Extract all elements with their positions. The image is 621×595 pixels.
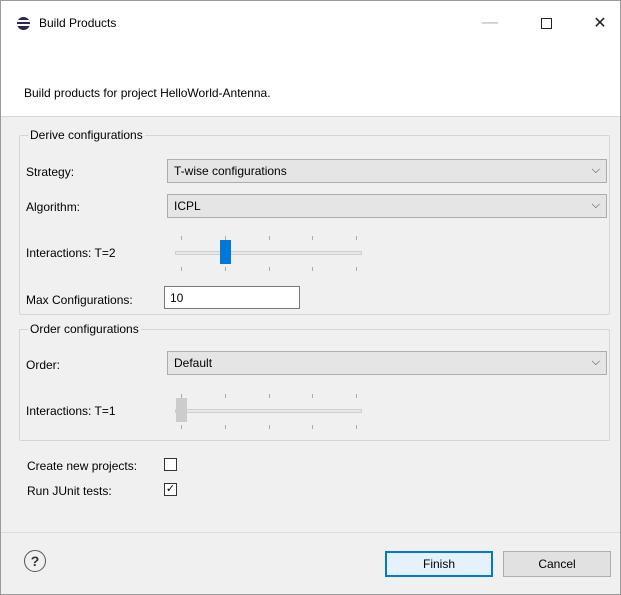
- maximize-button[interactable]: [523, 1, 569, 45]
- slider-tick: [181, 236, 182, 240]
- group-legend-derive: Derive configurations: [28, 128, 145, 142]
- slider-tick: [356, 394, 357, 398]
- cancel-button[interactable]: Cancel: [503, 551, 611, 577]
- run-junit-checkbox[interactable]: ✓: [164, 483, 177, 496]
- order-value: Default: [174, 356, 213, 370]
- finish-button[interactable]: Finish: [385, 551, 493, 577]
- interactions-label-derive: Interactions: T=2: [26, 246, 116, 260]
- build-products-dialog: Build Products — ✕ Build products for pr…: [0, 0, 621, 595]
- max-configurations-label: Max Configurations:: [26, 293, 133, 307]
- order-configurations-group: Order configurations Order: Default ⌵ In…: [19, 322, 610, 441]
- algorithm-combo[interactable]: ICPL ⌵: [167, 194, 607, 218]
- slider-tick: [312, 267, 313, 271]
- minimize-icon: —: [482, 14, 498, 31]
- close-button[interactable]: ✕: [577, 1, 621, 45]
- run-junit-label: Run JUnit tests:: [27, 484, 112, 498]
- slider-tick: [225, 267, 226, 271]
- slider-tick: [312, 394, 313, 398]
- interactions-slider-order[interactable]: [175, 392, 365, 432]
- chevron-down-icon: ⌵: [591, 164, 600, 176]
- help-icon[interactable]: ?: [24, 550, 46, 572]
- slider-tick: [269, 267, 270, 271]
- eclipse-icon: [17, 17, 30, 30]
- slider-tick: [356, 425, 357, 429]
- derive-configurations-group: Derive configurations Strategy: T-wise c…: [19, 128, 610, 315]
- slider-tick: [225, 425, 226, 429]
- slider-thumb[interactable]: [220, 240, 231, 264]
- slider-tick: [269, 236, 270, 240]
- create-projects-checkbox[interactable]: [164, 458, 177, 471]
- slider-tick: [269, 394, 270, 398]
- slider-tick: [356, 267, 357, 271]
- close-icon: ✕: [593, 15, 607, 32]
- chevron-down-icon: ⌵: [591, 199, 600, 211]
- strategy-value: T-wise configurations: [174, 164, 287, 178]
- interactions-slider-derive[interactable]: [175, 234, 365, 274]
- window-title: Build Products: [39, 16, 117, 30]
- order-combo[interactable]: Default ⌵: [167, 351, 607, 375]
- maximize-icon: [540, 17, 552, 29]
- header-description: Build products for project HelloWorld-An…: [24, 86, 271, 100]
- slider-tick: [225, 394, 226, 398]
- slider-track: [175, 251, 362, 255]
- chevron-down-icon: ⌵: [591, 356, 600, 368]
- algorithm-label: Algorithm:: [26, 200, 81, 214]
- slider-tick: [269, 425, 270, 429]
- dialog-footer: ? Finish Cancel: [1, 532, 620, 594]
- slider-tick: [181, 267, 182, 271]
- slider-tick: [312, 425, 313, 429]
- minimize-button[interactable]: —: [467, 1, 513, 45]
- dialog-header: Build products for project HelloWorld-An…: [1, 45, 620, 117]
- slider-tick: [181, 425, 182, 429]
- max-configurations-input[interactable]: [164, 286, 300, 309]
- slider-tick: [225, 236, 226, 240]
- title-bar: Build Products — ✕: [1, 1, 620, 45]
- order-label: Order:: [26, 358, 61, 372]
- slider-tick: [356, 236, 357, 240]
- group-legend-order: Order configurations: [28, 322, 141, 336]
- strategy-combo[interactable]: T-wise configurations ⌵: [167, 159, 607, 183]
- create-projects-label: Create new projects:: [27, 459, 138, 473]
- slider-track: [175, 409, 362, 413]
- dialog-content: Derive configurations Strategy: T-wise c…: [9, 123, 613, 531]
- slider-tick: [312, 236, 313, 240]
- algorithm-value: ICPL: [174, 199, 201, 213]
- slider-thumb[interactable]: [176, 398, 187, 422]
- slider-tick: [181, 394, 182, 398]
- strategy-label: Strategy:: [26, 165, 75, 179]
- interactions-label-order: Interactions: T=1: [26, 404, 116, 418]
